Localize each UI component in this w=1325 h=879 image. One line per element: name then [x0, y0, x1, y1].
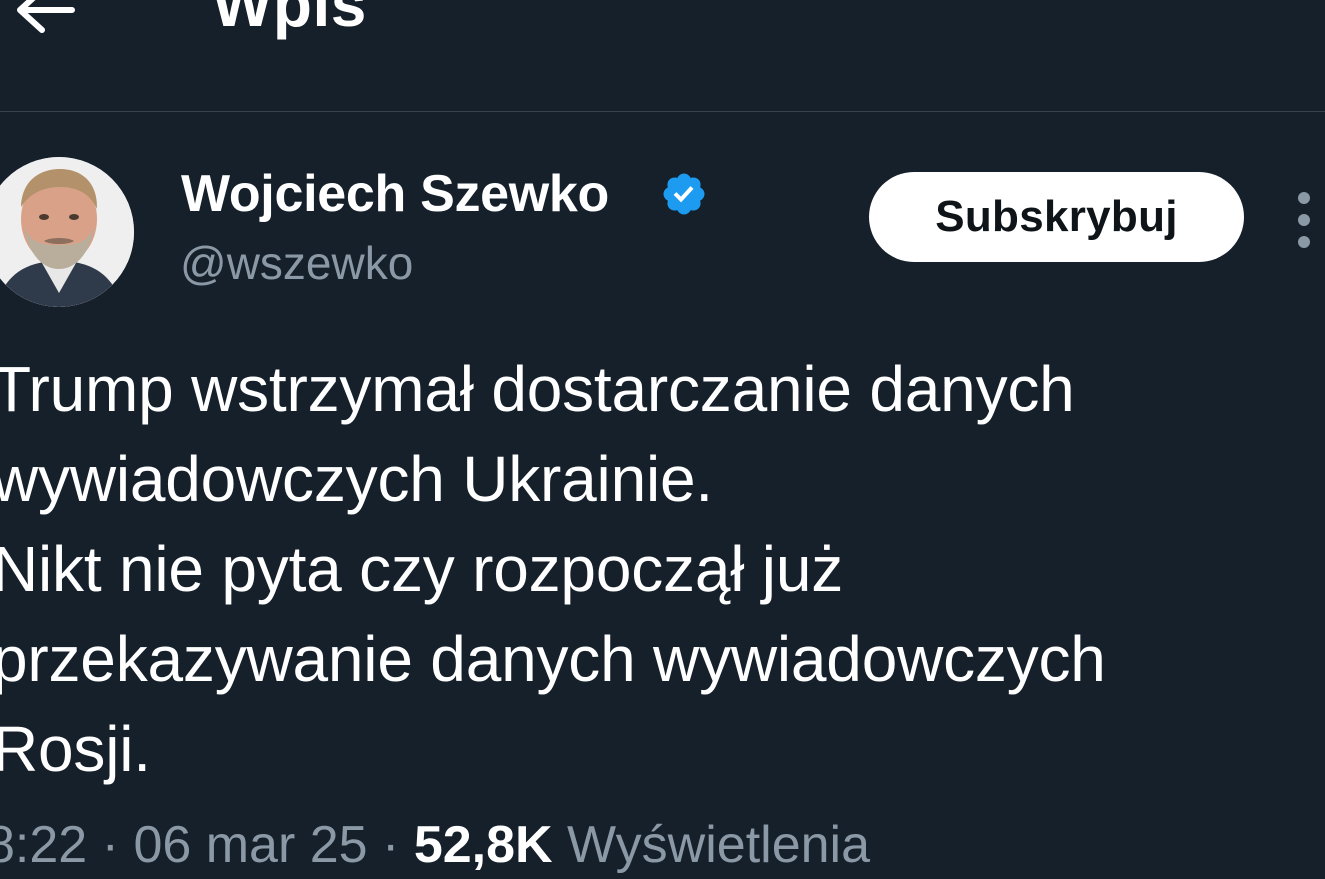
- tweet-time[interactable]: 8:22: [0, 816, 87, 874]
- subscribe-button[interactable]: Subskrybuj: [869, 172, 1244, 262]
- author-handle[interactable]: @wszewko: [180, 240, 413, 286]
- meta-separator: ·: [382, 816, 400, 874]
- author-name[interactable]: Wojciech Szewko: [181, 168, 609, 220]
- views-count: 52,8K: [413, 816, 553, 874]
- avatar[interactable]: [0, 157, 134, 307]
- arrow-left-icon: [17, 0, 75, 33]
- tweet-meta: 8:22 · 06 mar 25 · 52,8K Wyświetlenia: [0, 814, 870, 876]
- more-vertical-icon: [1298, 192, 1310, 204]
- back-button[interactable]: [10, 0, 80, 40]
- tweet-date[interactable]: 06 mar 25: [133, 816, 367, 874]
- more-options-button[interactable]: [1290, 192, 1318, 248]
- verified-badge-icon: [663, 173, 705, 215]
- more-vertical-icon-dot: [1298, 214, 1310, 226]
- page-title: Wpis: [212, 0, 367, 40]
- tweet-text: Trump wstrzymał dostarczanie danych wywi…: [0, 353, 1106, 785]
- avatar-photo: [0, 157, 134, 307]
- meta-separator: ·: [101, 816, 119, 874]
- top-bar: Wpis: [0, 0, 1325, 112]
- more-vertical-icon-dot: [1298, 236, 1310, 248]
- views-label: Wyświetlenia: [567, 816, 871, 874]
